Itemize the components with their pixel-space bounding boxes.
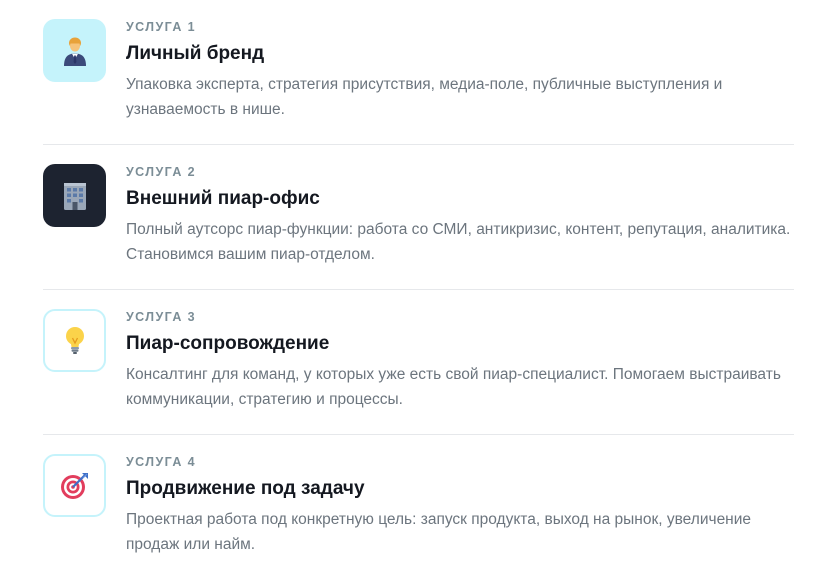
businessman-icon — [63, 37, 86, 66]
light-bulb-icon — [65, 326, 84, 354]
service-label: УСЛУГА 4 — [126, 455, 196, 469]
service-description: Проектная работа под конкретную цель: за… — [126, 511, 752, 553]
service-item-pr-office: УСЛУГА 2 Внешний пиар-офис Полный аутсор… — [43, 145, 794, 290]
service-item-personal-brand: УСЛУГА 1 Личный бренд Упаковка эксперта,… — [43, 0, 794, 145]
service-description: Консалтинг для команд, у которых уже ест… — [126, 366, 781, 408]
service-description: Полный аутсорс пиар-функции: работа со С… — [126, 221, 791, 263]
target-icon — [60, 472, 88, 499]
service-icon-box — [43, 309, 106, 372]
service-label: УСЛУГА 3 — [126, 310, 196, 324]
service-description: Упаковка эксперта, стратегия присутствия… — [126, 76, 723, 118]
service-title: Пиар-сопровождение — [126, 333, 330, 354]
service-icon-box — [43, 164, 106, 227]
office-building-icon — [63, 182, 86, 210]
service-icon-box — [43, 19, 106, 82]
service-icon-box — [43, 454, 106, 517]
service-title: Личный бренд — [126, 43, 265, 64]
services-list: УСЛУГА 1 Личный бренд Упаковка эксперта,… — [43, 0, 794, 580]
service-label: УСЛУГА 1 — [126, 20, 196, 34]
service-item-task-promotion: УСЛУГА 4 Продвижение под задачу Проектна… — [43, 435, 794, 580]
service-title: Внешний пиар-офис — [126, 188, 320, 209]
service-label: УСЛУГА 2 — [126, 165, 196, 179]
service-title: Продвижение под задачу — [126, 478, 365, 499]
service-item-pr-support: УСЛУГА 3 Пиар-сопровождение Консалтинг д… — [43, 290, 794, 435]
